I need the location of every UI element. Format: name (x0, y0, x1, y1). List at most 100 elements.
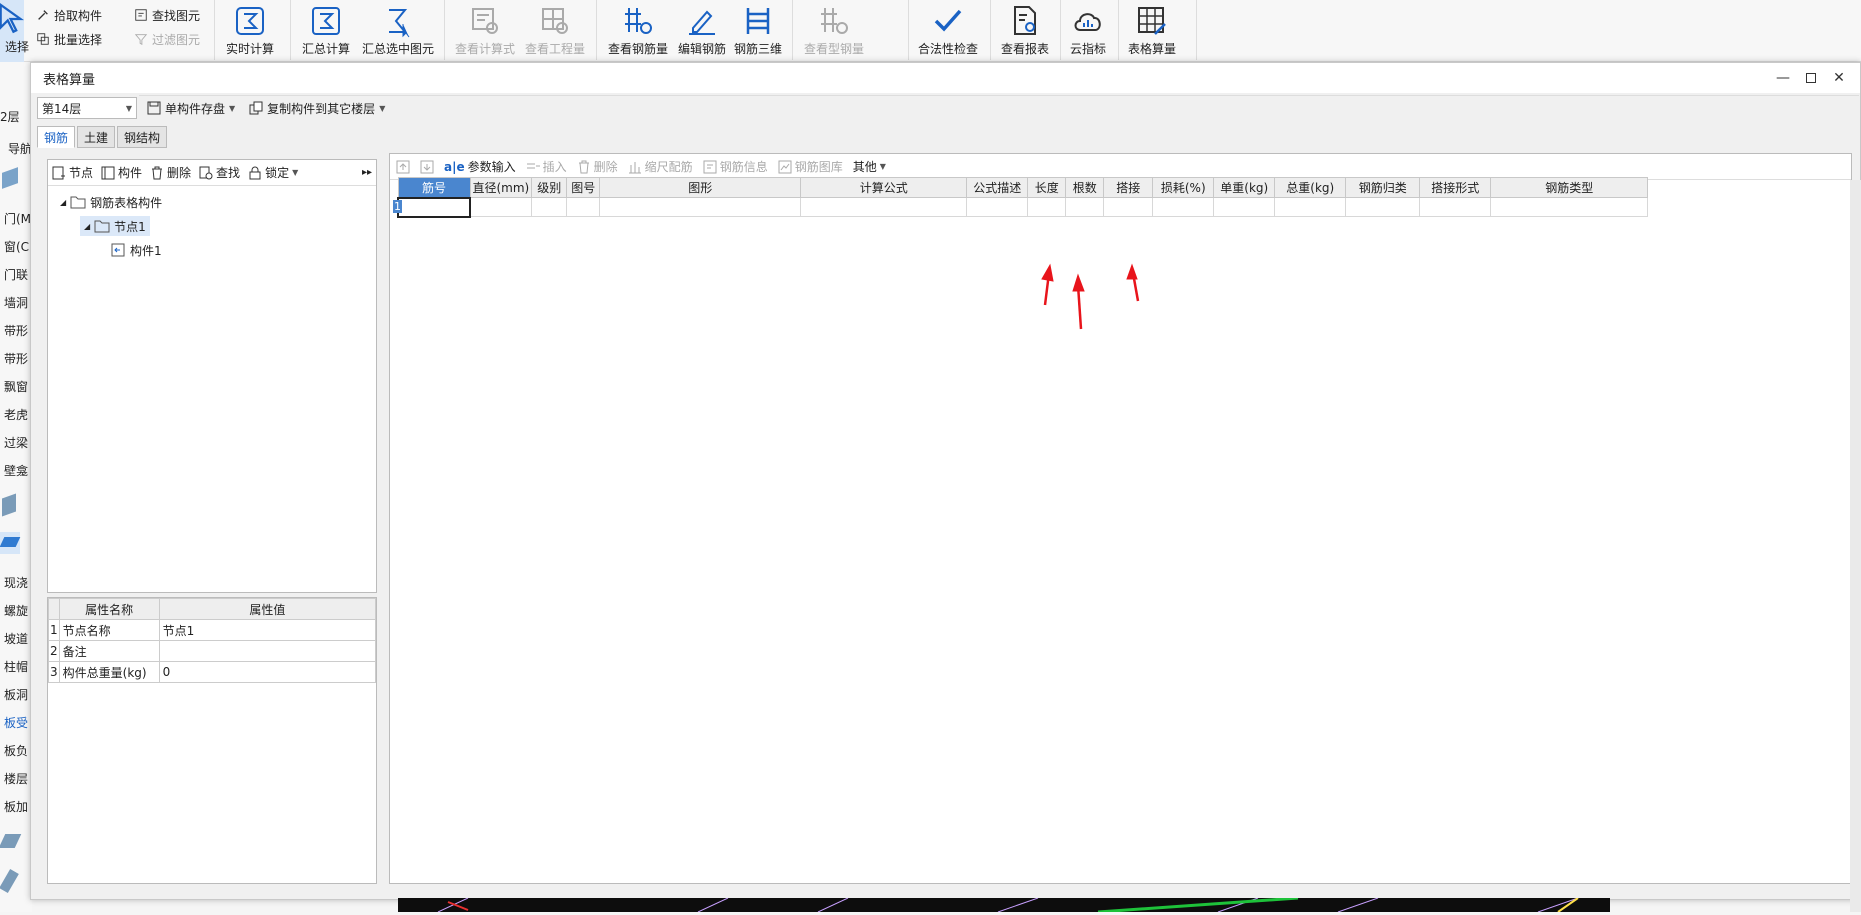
cloud-index-button[interactable]: 云指标 (1066, 2, 1110, 60)
col-header-formula-desc[interactable]: 公式描述 (966, 177, 1029, 198)
col-header-unit-weight[interactable]: 单重(kg) (1213, 177, 1276, 198)
validity-check-button[interactable]: 合法性检查 (916, 2, 980, 60)
grid-delete-button[interactable]: 删除 (577, 158, 618, 175)
select-button[interactable]: 选择 (0, 0, 29, 62)
col-header-count[interactable]: 根数 (1065, 177, 1105, 198)
nav-label[interactable]: 导航 (8, 140, 32, 157)
col-header-formula[interactable]: 计算公式 (800, 177, 968, 198)
nav-item-bay-window[interactable]: 飘窗 (4, 378, 28, 395)
nav-item-door[interactable]: 门(M (4, 210, 31, 227)
grid-cell[interactable] (800, 197, 968, 217)
realtime-calc-button[interactable]: 实时计算 (222, 2, 278, 60)
add-node-button[interactable]: 节点 (52, 164, 93, 181)
tree-node[interactable]: ◢ 节点1 (80, 216, 150, 236)
nav-item-floor[interactable]: 楼层 (4, 770, 28, 787)
sum-selected-button[interactable]: 汇总选中图元 (360, 2, 436, 60)
nav-item-door-window[interactable]: 门联 (4, 266, 28, 283)
prop-value[interactable]: 节点1 (158, 619, 377, 641)
tab-steel[interactable]: 钢结构 (117, 126, 168, 148)
batch-select-button[interactable]: 批量选择 (36, 30, 102, 48)
save-component-button[interactable]: 单构件存盘 ▼ (143, 97, 239, 119)
param-input-button[interactable]: a|e 参数输入 (444, 158, 516, 175)
maximize-button[interactable] (1799, 67, 1823, 89)
move-up-button[interactable] (396, 160, 410, 174)
view-quantity-button[interactable]: 查看工程量 (522, 2, 588, 60)
col-header-rebar-category[interactable]: 钢筋归类 (1345, 177, 1421, 198)
table-row[interactable]: 2 备注 (48, 640, 377, 662)
other-menu-button[interactable]: 其他 ▼ (853, 158, 886, 175)
col-header-bar-no[interactable]: 筋号 (397, 177, 471, 198)
find-element-button[interactable]: 查找图元 (134, 6, 200, 24)
nav-item-dormer[interactable]: 老虎 (4, 406, 28, 423)
nav-item-slab-add[interactable]: 板加 (4, 798, 28, 815)
table-row[interactable]: 1 节点名称 节点1 (48, 619, 377, 641)
scale-rebar-button[interactable]: 缩尺配筋 (628, 158, 693, 175)
nav-item-slab-rebar[interactable]: 板受 (4, 714, 28, 731)
col-header-splice-type[interactable]: 搭接形式 (1419, 177, 1492, 198)
filter-element-button[interactable]: 过滤图元 (134, 30, 200, 48)
insert-button[interactable]: 插入 (526, 158, 567, 175)
col-header-diameter[interactable]: 直径(mm) (469, 177, 533, 198)
grid-cell[interactable] (566, 197, 601, 217)
sum-calc-button[interactable]: 汇总计算 (300, 2, 352, 60)
view-report-button[interactable]: 查看报表 (998, 2, 1052, 60)
floor-label[interactable]: 2层 (0, 108, 20, 125)
find-button[interactable]: 查找 (199, 164, 240, 181)
grid-cell[interactable] (1419, 197, 1492, 217)
nav-item-strip-2[interactable]: 带形 (4, 350, 28, 367)
table-row[interactable]: 3 构件总重量(kg) 0 (48, 661, 377, 683)
delete-button[interactable]: 删除 (150, 164, 191, 181)
col-header-total-weight[interactable]: 总重(kg) (1274, 177, 1347, 198)
nav-item-niche[interactable]: 壁龛 (4, 462, 28, 479)
expand-icon[interactable]: ▸▸ (362, 167, 372, 178)
col-header-grade[interactable]: 级别 (531, 177, 568, 198)
nav-item-ramp[interactable]: 坡道 (4, 630, 28, 647)
lock-button[interactable]: 锁定 ▼ (248, 164, 298, 181)
edit-rebar-button[interactable]: 编辑钢筋 (676, 2, 728, 60)
tree-leaf[interactable]: 构件1 (110, 240, 162, 260)
move-down-button[interactable] (420, 160, 434, 174)
view-steel-button[interactable]: 查看型钢量 (800, 2, 868, 60)
grid-cell[interactable] (469, 197, 533, 217)
floor-select[interactable]: 第14层 ▼ (37, 97, 137, 119)
nav-item-slab-hole[interactable]: 板洞 (4, 686, 28, 703)
tab-rebar[interactable]: 钢筋 (37, 126, 76, 148)
col-header-length[interactable]: 长度 (1027, 177, 1067, 198)
view-rebar-button[interactable]: 查看钢筋量 (604, 2, 672, 60)
nav-item-strip-1[interactable]: 带形 (4, 322, 28, 339)
add-component-button[interactable]: 构件 (101, 164, 142, 181)
grid-cell[interactable] (1490, 197, 1649, 217)
nav-item-column-cap[interactable]: 柱帽 (4, 658, 28, 675)
grid-cell[interactable] (1213, 197, 1276, 217)
col-header-loss[interactable]: 损耗(%) (1152, 177, 1215, 198)
pick-component-button[interactable]: 拾取构件 (36, 6, 102, 24)
table-calc-button[interactable]: 表格算量 (1124, 2, 1180, 60)
nav-item-window[interactable]: 窗(C (4, 238, 29, 255)
col-header-splice[interactable]: 搭接 (1103, 177, 1154, 198)
col-header-shape[interactable]: 图形 (599, 177, 802, 198)
prop-value[interactable]: 0 (158, 661, 377, 683)
rebar-info-button[interactable]: 钢筋信息 (703, 158, 768, 175)
grid-cell[interactable] (1345, 197, 1421, 217)
tree-root[interactable]: ◢ 钢筋表格构件 (60, 192, 162, 212)
minimize-button[interactable]: — (1771, 67, 1795, 89)
grid-cell[interactable] (966, 197, 1029, 217)
col-header-figure-no[interactable]: 图号 (566, 177, 601, 198)
rebar-library-button[interactable]: 钢筋图库 (778, 158, 843, 175)
close-button[interactable]: ✕ (1827, 67, 1851, 89)
grid-cell[interactable] (599, 197, 802, 217)
rebar-3d-button[interactable]: 钢筋三维 (732, 2, 784, 60)
view-formula-button[interactable]: 查看计算式 (452, 2, 518, 60)
grid-cell[interactable] (1274, 197, 1347, 217)
table-row[interactable]: 1 (393, 196, 1649, 218)
grid-cell-bar-no[interactable]: 1 (393, 196, 471, 218)
prop-value[interactable] (158, 640, 377, 662)
nav-item-lintel[interactable]: 过梁 (4, 434, 28, 451)
col-header-rebar-type[interactable]: 钢筋类型 (1490, 177, 1649, 198)
nav-item-slab-neg[interactable]: 板负 (4, 742, 28, 759)
nav-item-wall-hole[interactable]: 墙洞 (4, 294, 28, 311)
tab-civil[interactable]: 土建 (77, 126, 116, 148)
nav-item-spiral[interactable]: 螺旋 (4, 602, 28, 619)
copy-to-floors-button[interactable]: 复制构件到其它楼层 ▼ (245, 97, 389, 119)
nav-item-cast[interactable]: 现浇 (4, 574, 28, 591)
